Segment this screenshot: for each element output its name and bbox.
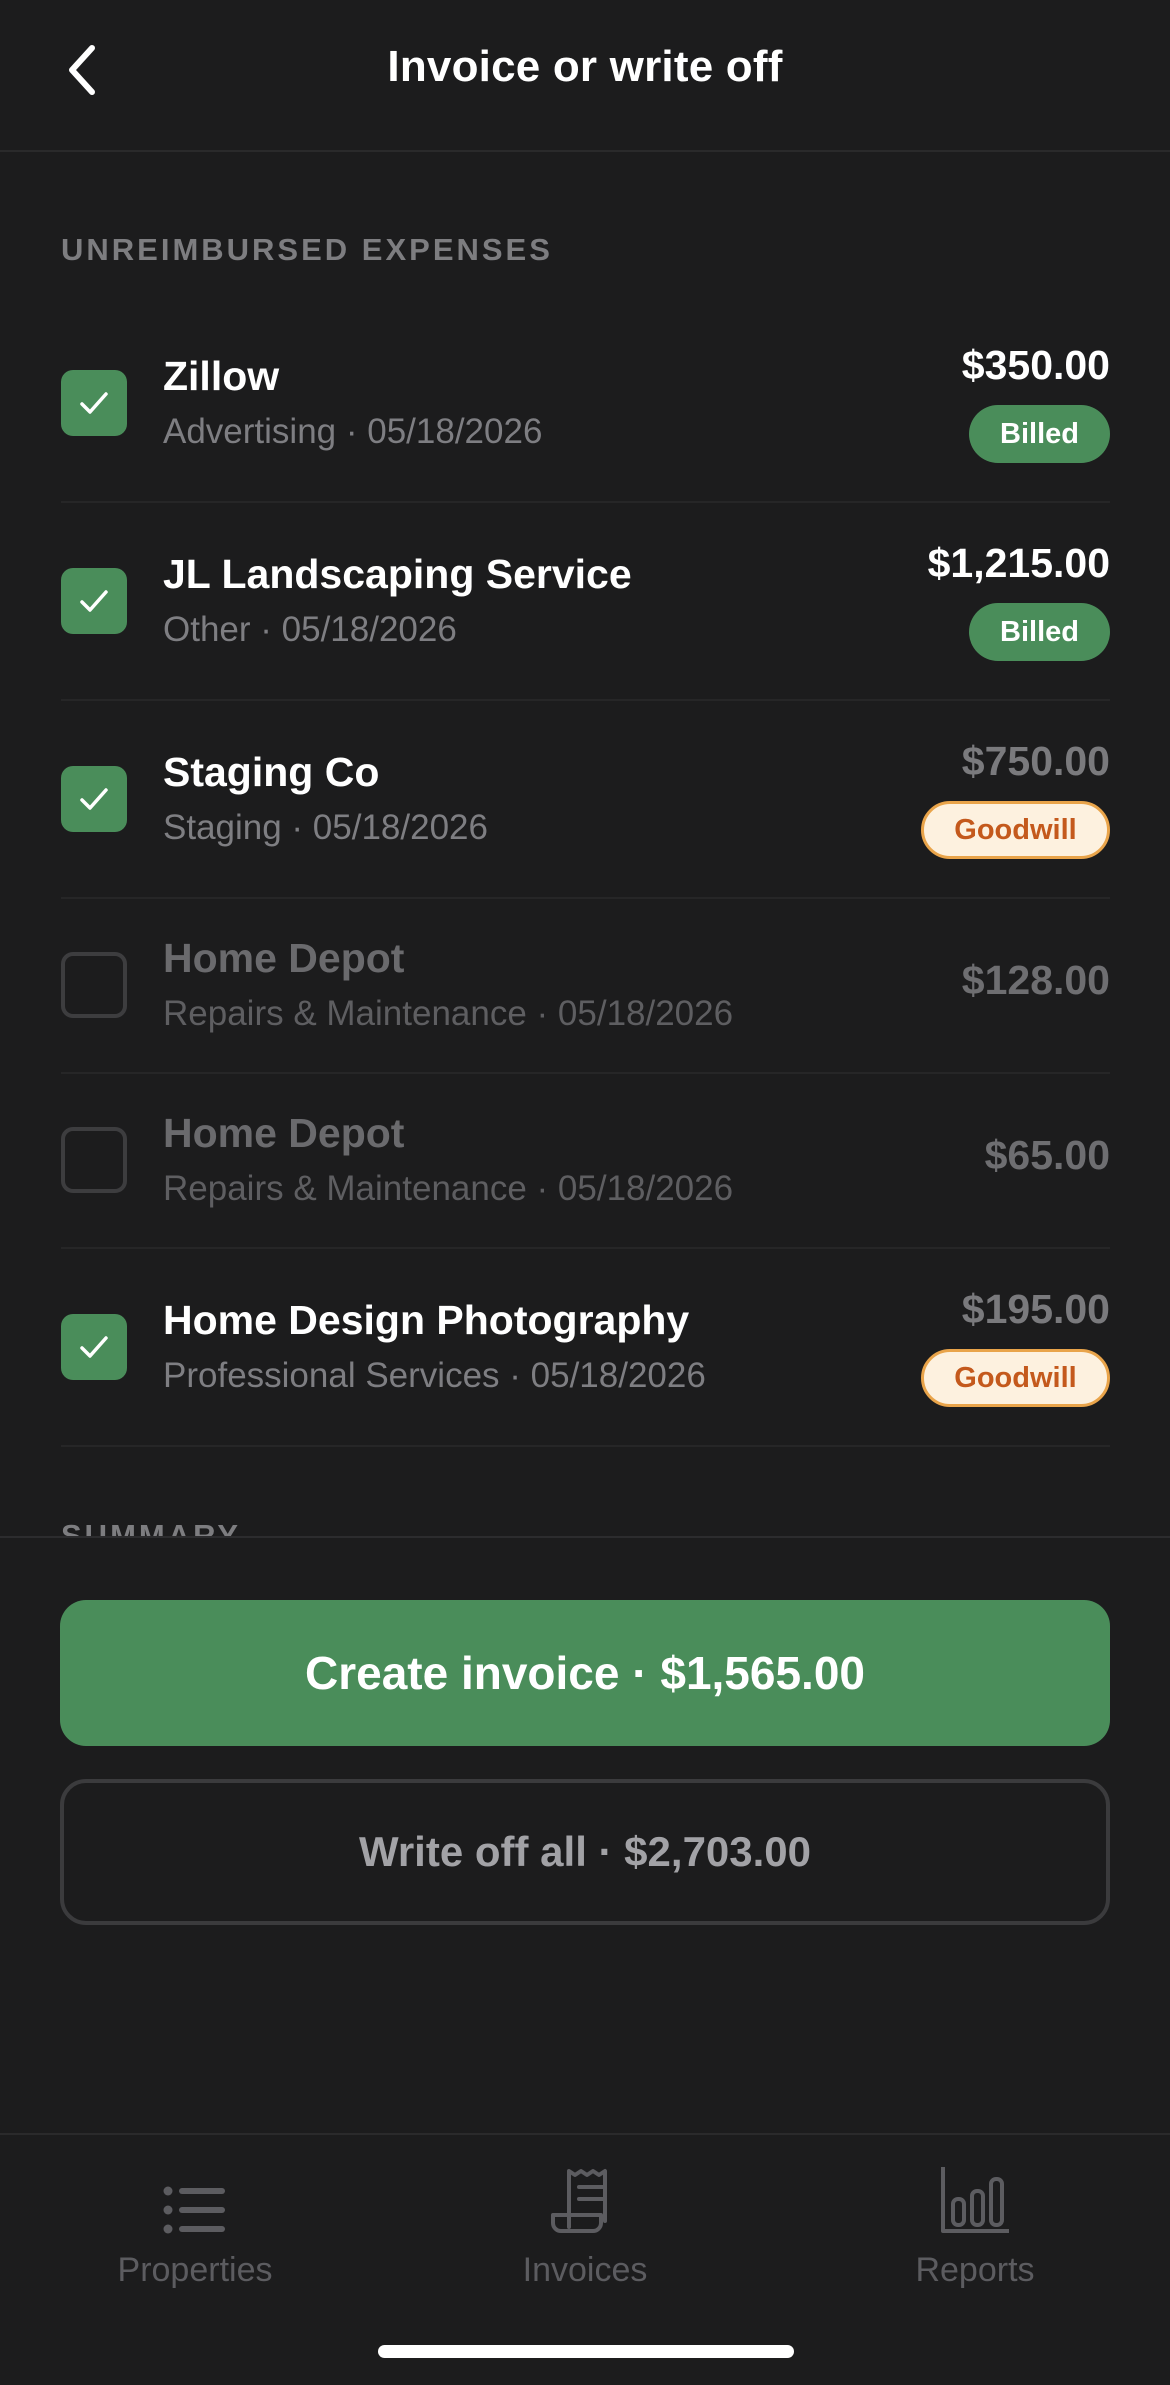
section-label-unreimbursed: UNREIMBURSED EXPENSES (61, 232, 553, 267)
expense-name: Zillow (163, 353, 280, 399)
expense-row[interactable]: Home Design Photography Professional Ser… (61, 1249, 1110, 1447)
expense-checkbox[interactable] (61, 1127, 127, 1193)
status-badge-billed: Billed (969, 603, 1110, 661)
expense-meta: Staging · 05/18/2026 (163, 808, 488, 847)
expense-row[interactable]: JL Landscaping Service Other · 05/18/202… (61, 503, 1110, 701)
expense-name: Home Depot (163, 935, 405, 981)
expense-meta: Professional Services · 05/18/2026 (163, 1356, 706, 1395)
expense-row[interactable]: Home Depot Repairs & Maintenance · 05/18… (61, 1074, 1110, 1249)
expense-list: Zillow Advertising · 05/18/2026 $350.00 … (61, 305, 1110, 1447)
expense-name: Home Depot (163, 1110, 405, 1156)
expense-amount: $128.00 (961, 957, 1110, 1003)
receipt-icon (551, 2169, 607, 2233)
checkmark-icon (80, 590, 108, 612)
tab-properties[interactable]: Properties (45, 2157, 345, 2307)
expense-amount: $350.00 (961, 342, 1110, 388)
tab-reports[interactable]: Reports (825, 2157, 1125, 2307)
expense-checkbox[interactable] (61, 370, 127, 436)
expense-row[interactable]: Staging Co Staging · 05/18/2026 $750.00 … (61, 701, 1110, 899)
expense-meta: Repairs & Maintenance · 05/18/2026 (163, 994, 734, 1033)
expense-amount: $65.00 (984, 1132, 1110, 1178)
expense-checkbox[interactable] (61, 766, 127, 832)
checkmark-icon (80, 392, 108, 414)
expense-name: Staging Co (163, 749, 380, 795)
expense-name: Home Design Photography (163, 1297, 690, 1343)
expense-amount: $750.00 (961, 738, 1110, 784)
status-badge-billed: Billed (969, 405, 1110, 463)
home-indicator (378, 2345, 794, 2358)
tab-label: Reports (915, 2251, 1035, 2289)
checkmark-icon (80, 788, 108, 810)
create-invoice-button[interactable]: Create invoice · $1,565.00 (60, 1600, 1110, 1746)
expense-name: JL Landscaping Service (163, 551, 632, 597)
expense-row[interactable]: Zillow Advertising · 05/18/2026 $350.00 … (61, 305, 1110, 503)
list-icon (163, 2186, 225, 2234)
expense-row[interactable]: Home Depot Repairs & Maintenance · 05/18… (61, 899, 1110, 1074)
bar-chart-icon (941, 2167, 1009, 2233)
page-title: Invoice or write off (387, 42, 783, 91)
section-label-summary: SUMMARY (61, 1518, 242, 1536)
expense-meta: Advertising · 05/18/2026 (163, 412, 543, 451)
expense-checkbox[interactable] (61, 1314, 127, 1380)
tab-invoices[interactable]: Invoices (435, 2157, 735, 2307)
tab-label: Invoices (522, 2251, 648, 2289)
checkmark-icon (80, 1336, 108, 1358)
write-off-all-button[interactable]: Write off all · $2,703.00 (60, 1779, 1110, 1925)
expense-checkbox[interactable] (61, 568, 127, 634)
expense-meta: Repairs & Maintenance · 05/18/2026 (163, 1169, 734, 1208)
top-bar: Invoice or write off (0, 0, 1170, 152)
expense-amount: $1,215.00 (927, 540, 1110, 586)
expense-meta: Other · 05/18/2026 (163, 610, 457, 649)
action-panel: Create invoice · $1,565.00 Write off all… (0, 1536, 1170, 2138)
status-badge-goodwill: Goodwill (921, 801, 1110, 859)
expense-checkbox[interactable] (61, 952, 127, 1018)
tab-label: Properties (117, 2251, 273, 2289)
expense-amount: $195.00 (961, 1286, 1110, 1332)
status-badge-goodwill: Goodwill (921, 1349, 1110, 1407)
